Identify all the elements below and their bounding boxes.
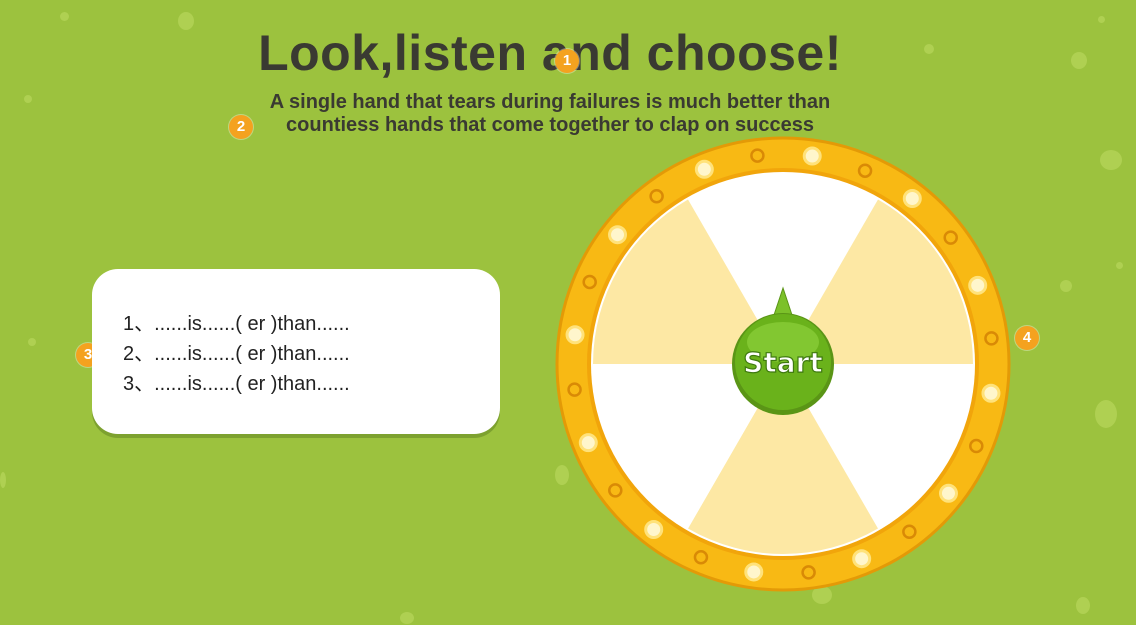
sentence-item-1: 1、......is......( er )than......	[123, 313, 350, 335]
background-speck	[0, 472, 6, 488]
wheel-light-on	[744, 562, 764, 582]
sentence-list: 1、......is......( er )than...... 2、.....…	[92, 269, 500, 399]
wheel-light-on	[578, 433, 598, 453]
background-speck	[24, 95, 32, 103]
background-speck	[1095, 400, 1117, 428]
wheel-light-on	[565, 325, 585, 345]
background-speck	[60, 12, 69, 21]
wheel-light-on	[694, 159, 714, 179]
prize-wheel: Start	[555, 136, 1011, 592]
background-speck	[1076, 597, 1090, 614]
wheel-light-on	[902, 189, 922, 209]
wheel-light-on	[981, 383, 1001, 403]
sentence-item-3: 3、......is......( er )than......	[123, 373, 350, 395]
sentence-item-2: 2、......is......( er )than......	[123, 343, 350, 365]
background-speck	[1098, 16, 1105, 23]
background-speck	[1116, 262, 1123, 269]
wheel-light-on	[968, 275, 988, 295]
page-title: Look,listen and choose!	[258, 25, 842, 81]
marker-4: 4	[1015, 326, 1039, 350]
background-speck	[1060, 280, 1072, 292]
wheel-light-on	[608, 225, 628, 245]
background-speck	[28, 338, 36, 346]
start-label: Start	[743, 346, 823, 379]
wheel-light-on	[802, 146, 822, 166]
wheel-light-on	[852, 549, 872, 569]
sentence-card: 1、......is......( er )than...... 2、.....…	[92, 269, 500, 434]
subtitle-line-1: A single hand that tears during failures…	[269, 91, 831, 113]
marker-1: 1	[555, 49, 579, 73]
background-speck	[1100, 150, 1122, 170]
wheel-light-on	[644, 519, 664, 539]
wheel-light-on	[938, 483, 958, 503]
marker-2: 2	[229, 115, 253, 139]
background-speck	[400, 612, 414, 624]
